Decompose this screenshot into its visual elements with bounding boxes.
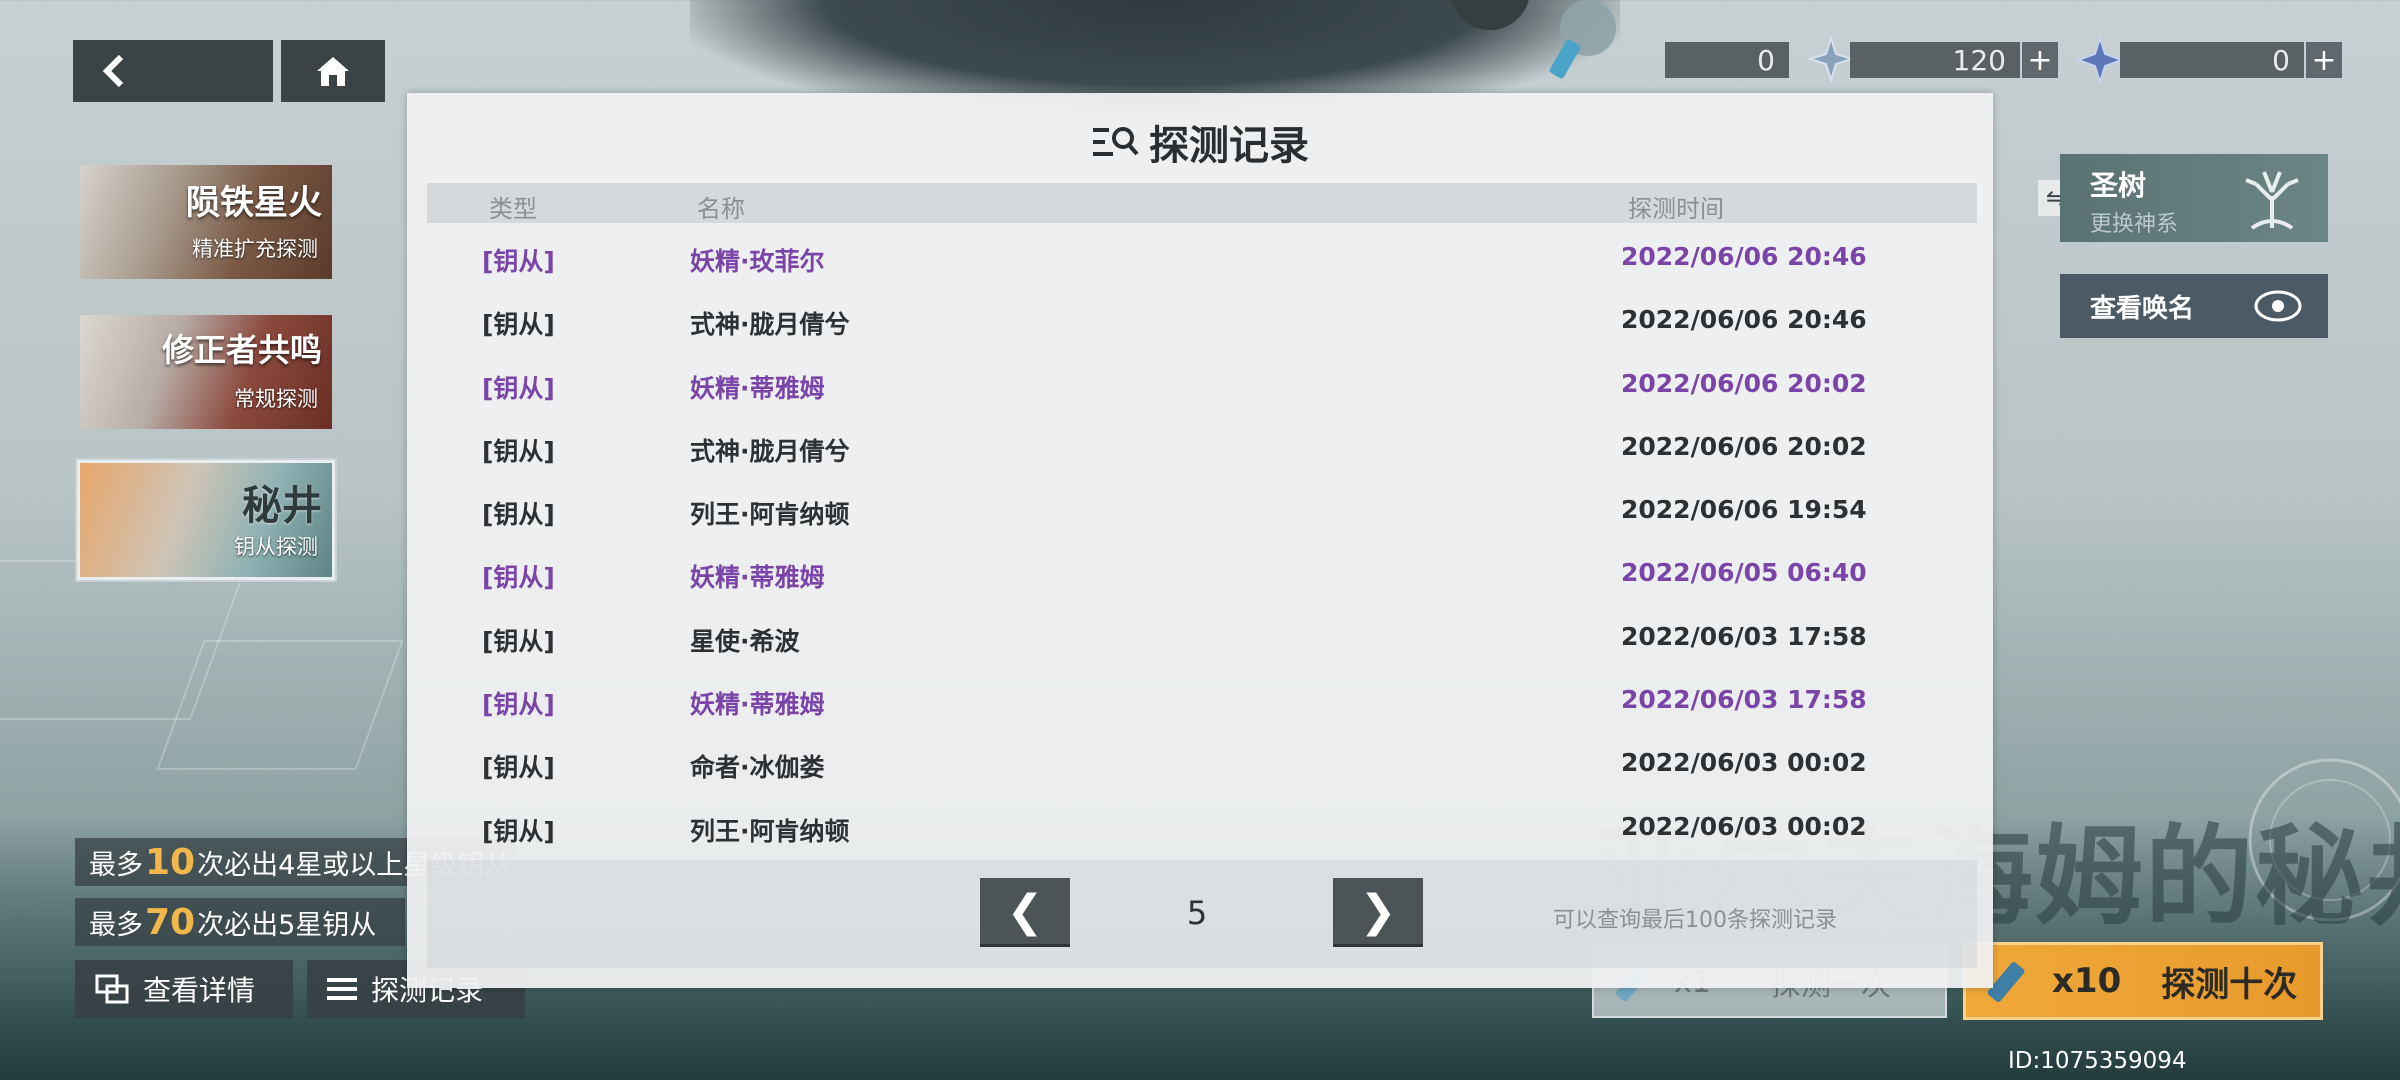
banner-subtitle: 常规探测: [234, 387, 318, 411]
guarantee-prefix: 最多: [89, 849, 143, 881]
banner-title: 秘井: [242, 482, 322, 529]
banner-title: 陨铁星火: [186, 183, 322, 223]
probe-records-modal: 探测记录 类型 名称 探测时间 [钥从] 妖精·玫菲尔 2022/06/06 2…: [407, 93, 1993, 988]
record-time: 2022/06/06 19:54: [1621, 495, 1867, 525]
eye-compass-icon: [2254, 290, 2302, 322]
record-name: 妖精·蒂雅姆: [690, 690, 825, 720]
key-crystal-icon: [1549, 39, 1581, 79]
table-row: [钥从] 命者·冰伽娄 2022/06/03 00:02: [407, 729, 1993, 792]
details-icon: [95, 974, 129, 1004]
search-list-icon: [1093, 127, 1139, 156]
user-id: ID:1075359094: [2008, 1048, 2187, 1074]
modal-title-bar: 探测记录: [407, 113, 1993, 171]
banner-meteor-spark[interactable]: 陨铁星火 精准扩充探测: [77, 162, 335, 282]
record-name: 妖精·蒂雅姆: [690, 563, 825, 593]
record-time: 2022/06/06 20:02: [1621, 368, 1867, 398]
record-name: 妖精·玫菲尔: [690, 247, 825, 276]
record-name: 命者·冰伽娄: [690, 753, 825, 783]
record-name: 妖精·蒂雅姆: [690, 373, 825, 403]
record-name: 列王·阿肯纳顿: [690, 500, 850, 530]
draw-ten-button[interactable]: x10 探测十次: [1963, 942, 2323, 1020]
next-page-button[interactable]: ❯: [1333, 878, 1423, 944]
record-type: [钥从]: [482, 500, 555, 530]
guarantee-count: 70: [145, 901, 196, 943]
list-icon: [327, 978, 357, 1000]
record-name: 列王·阿肯纳顿: [690, 816, 850, 846]
currency-value: 0: [2272, 43, 2290, 77]
currency-value: 0: [1757, 43, 1775, 77]
prev-page-button[interactable]: ❮: [980, 878, 1070, 944]
back-button[interactable]: [73, 40, 273, 102]
record-name: 式神·胧月倩兮: [690, 310, 850, 340]
guarantee-5star: 最多 70 次必出5星钥从: [75, 898, 405, 946]
record-time: 2022/06/03 17:58: [1621, 685, 1867, 715]
banner-title: 修正者共鸣: [161, 331, 322, 369]
page-number: 5: [1186, 894, 1208, 932]
record-type: [钥从]: [482, 436, 555, 466]
record-type: [钥从]: [482, 626, 555, 656]
table-row: [钥从] 星使·希波 2022/06/03 17:58: [407, 603, 1993, 666]
record-time: 2022/06/06 20:02: [1621, 431, 1867, 461]
currency-keys: 0: [1665, 42, 1789, 78]
pagination: ❮ 5 ❯ 可以查询最后100条探测记录: [427, 860, 1977, 968]
record-type: [钥从]: [482, 373, 555, 403]
currency-value: 120: [1952, 43, 2006, 77]
home-icon: [317, 57, 349, 86]
guarantee-count: 10: [145, 841, 196, 883]
table-row: [钥从] 妖精·蒂雅姆 2022/06/05 06:40: [407, 539, 1993, 602]
modal-title: 探测记录: [1149, 123, 1309, 169]
currency-stars: 120: [1850, 42, 2020, 78]
record-type: [钥从]: [482, 563, 555, 593]
record-time: 2022/06/03 00:02: [1621, 748, 1867, 778]
table-row: [钥从] 式神·胧月倩兮 2022/06/06 20:02: [407, 413, 1993, 476]
table-row: [钥从] 妖精·蒂雅姆 2022/06/03 17:58: [407, 666, 1993, 729]
view-details-button[interactable]: 查看详情: [75, 960, 293, 1018]
star-shard-icon: [1808, 36, 1854, 82]
record-time: 2022/06/03 00:02: [1621, 811, 1867, 841]
header-name: 名称: [697, 195, 745, 223]
banner-secret-well[interactable]: 秘井 钥从探测: [77, 460, 335, 580]
pager-note: 可以查询最后100条探测记录: [1553, 908, 1837, 933]
banner-subtitle: 钥从探测: [234, 535, 318, 559]
record-time: 2022/06/06 20:46: [1621, 242, 1867, 271]
guarantee-prefix: 最多: [89, 909, 143, 941]
banner-subtitle: 精准扩充探测: [192, 237, 318, 261]
record-name: 式神·胧月倩兮: [690, 436, 850, 466]
chevron-left-icon: [102, 54, 124, 88]
table-row: [钥从] 妖精·蒂雅姆 2022/06/06 20:02: [407, 350, 1993, 413]
draw-ten-label: 探测十次: [2161, 964, 2298, 1005]
records-list: [钥从] 妖精·玫菲尔 2022/06/06 20:46 [钥从] 式神·胧月倩…: [407, 223, 1993, 856]
record-type: [钥从]: [482, 310, 555, 340]
record-type: [钥从]: [482, 816, 555, 846]
add-blue-stars-button[interactable]: +: [2306, 42, 2342, 78]
table-row: [钥从] 式神·胧月倩兮 2022/06/06 20:46: [407, 286, 1993, 349]
view-details-label: 查看详情: [143, 974, 256, 1007]
table-row: [钥从] 妖精·玫菲尔 2022/06/06 20:46: [407, 223, 1993, 286]
currency-blue-stars: 0: [2120, 42, 2304, 78]
add-stars-button[interactable]: +: [2022, 42, 2058, 78]
table-row: [钥从] 列王·阿肯纳顿 2022/06/06 19:54: [407, 476, 1993, 539]
guarantee-text: 次必出5星钥从: [197, 909, 377, 941]
record-type: [钥从]: [482, 753, 555, 783]
tree-icon: [2245, 171, 2299, 230]
draw-ten-count: x10: [2052, 961, 2122, 1001]
table-row: [钥从] 列王·阿肯纳顿 2022/06/03 00:02: [407, 793, 1993, 856]
record-type: [钥从]: [482, 247, 555, 276]
header-time: 探测时间: [1628, 195, 1724, 223]
record-time: 2022/06/06 20:46: [1621, 305, 1867, 335]
home-button[interactable]: [281, 40, 385, 102]
record-name: 星使·希波: [690, 626, 800, 656]
record-type: [钥从]: [482, 690, 555, 720]
header-type: 类型: [489, 195, 537, 223]
blue-star-icon: [2076, 36, 2124, 84]
record-time: 2022/06/03 17:58: [1621, 621, 1867, 651]
view-name-button[interactable]: 查看唤名: [2060, 274, 2328, 338]
view-name-label: 查看唤名: [2090, 293, 2195, 324]
sacred-tree-button[interactable]: 圣树 更换神系: [2060, 154, 2328, 242]
banner-corrector-resonance[interactable]: 修正者共鸣 常规探测: [77, 312, 335, 432]
record-time: 2022/06/05 06:40: [1621, 558, 1867, 588]
table-header: 类型 名称 探测时间: [427, 183, 1977, 223]
